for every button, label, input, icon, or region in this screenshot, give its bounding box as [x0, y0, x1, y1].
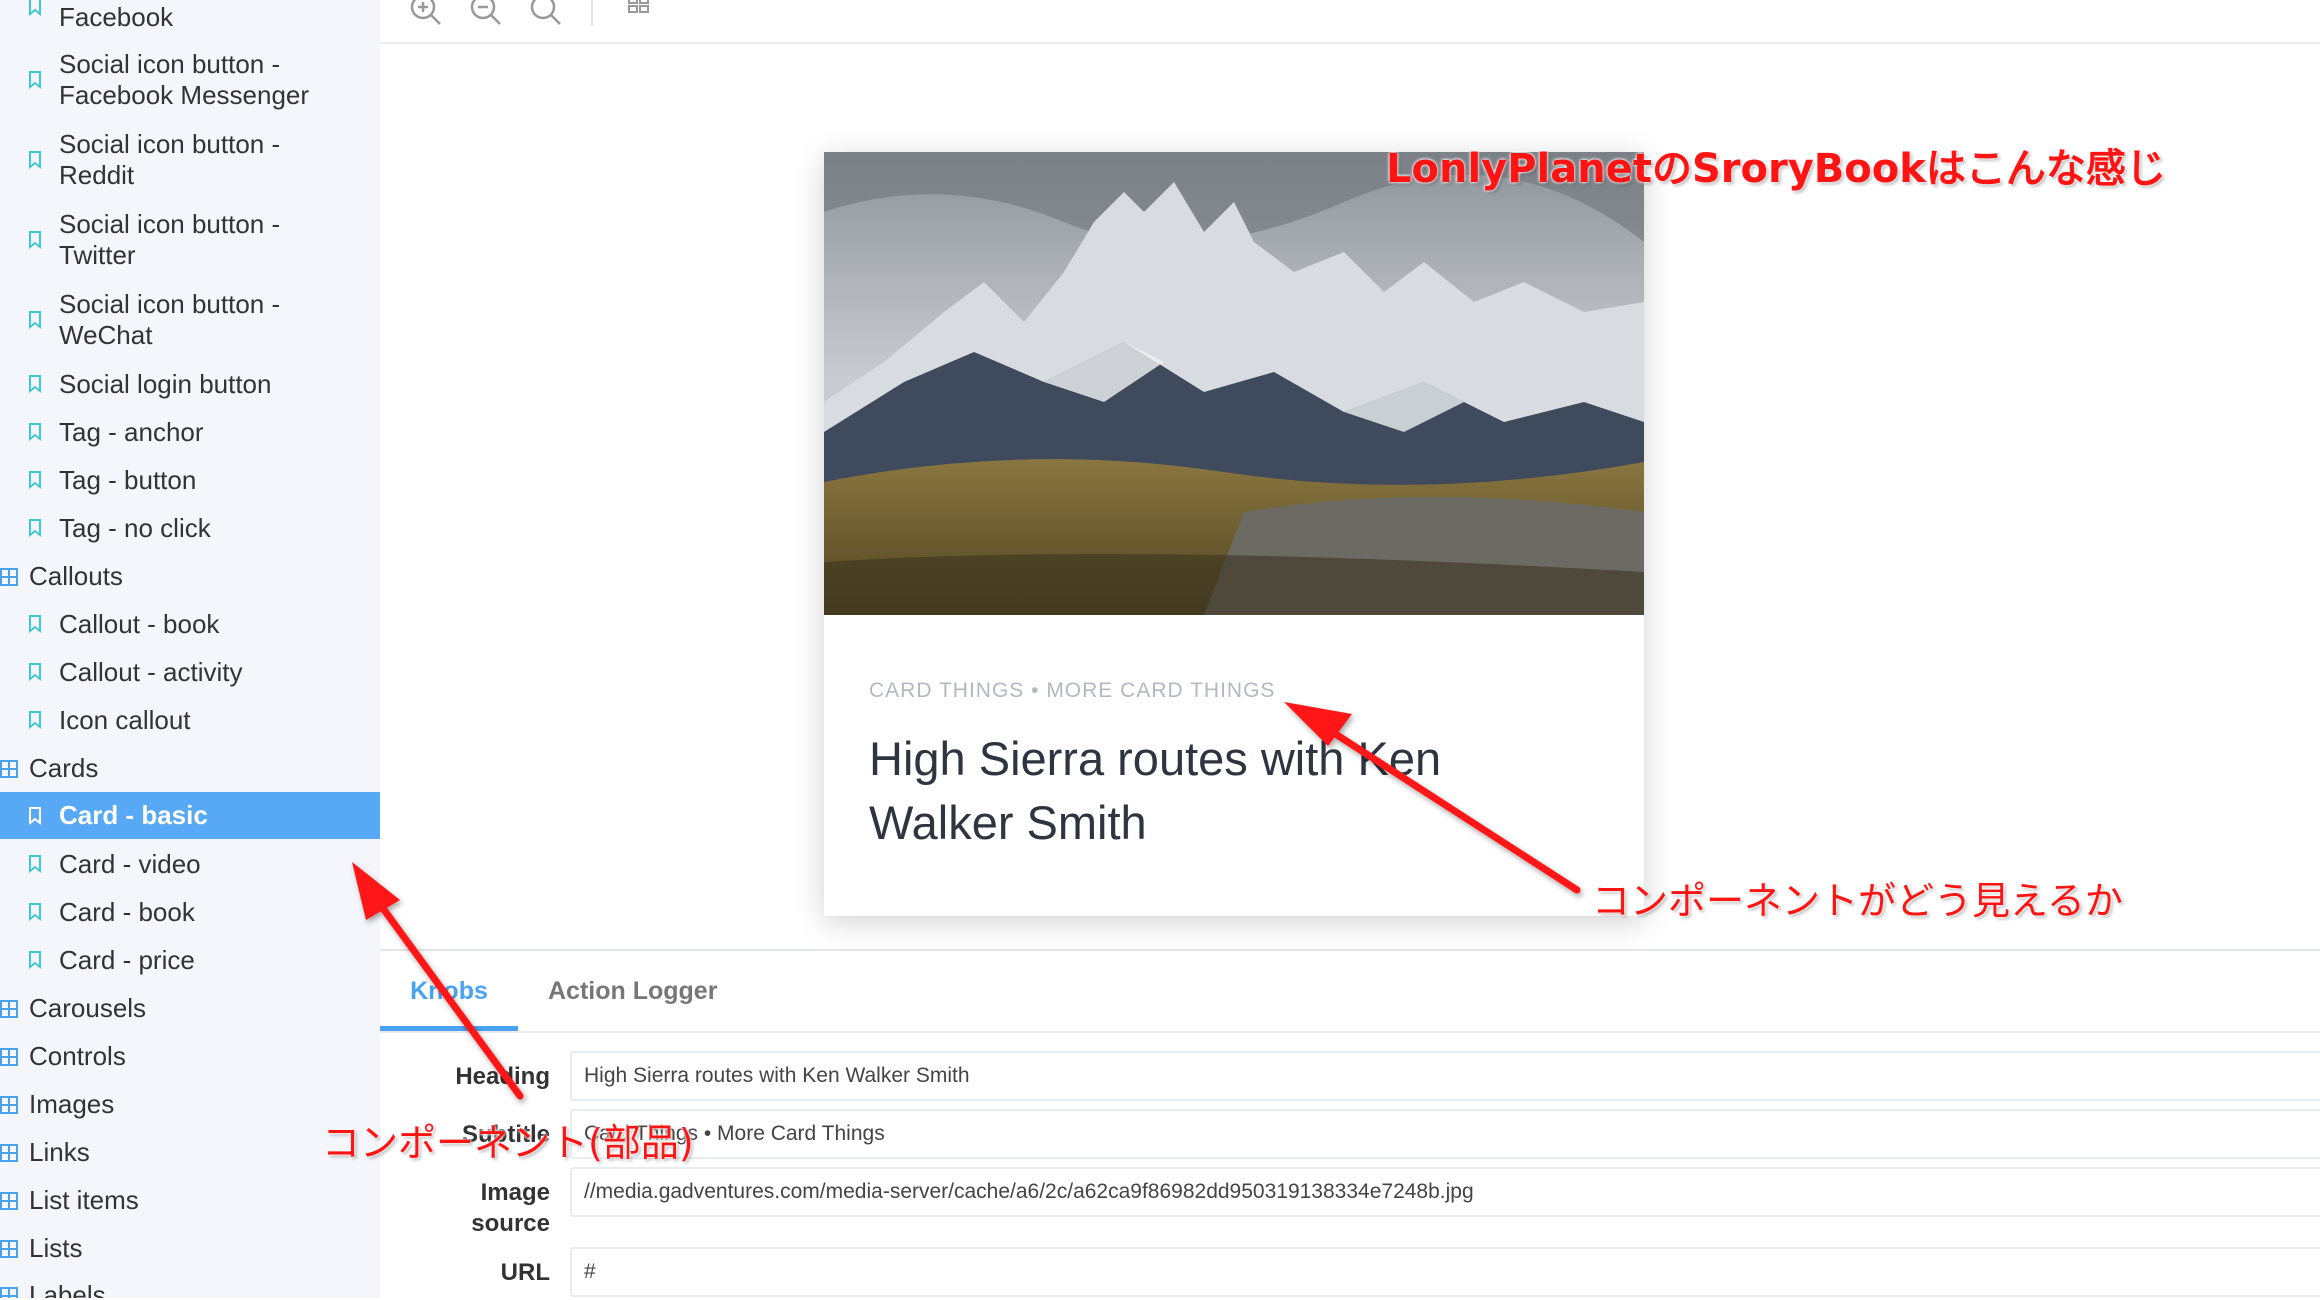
annotation-storybook: LonlyPlanetのSroryBookはこんな感じ — [1386, 146, 2166, 192]
annotation-component: コンポーネント(部品) — [322, 1121, 694, 1165]
arrow-to-card — [1284, 702, 1581, 894]
annotation-how-it-looks: コンポーネントがどう見えるか — [1592, 879, 2123, 923]
arrow-to-sidebar-item — [352, 862, 524, 1100]
annotation-arrows — [352, 702, 1581, 1100]
